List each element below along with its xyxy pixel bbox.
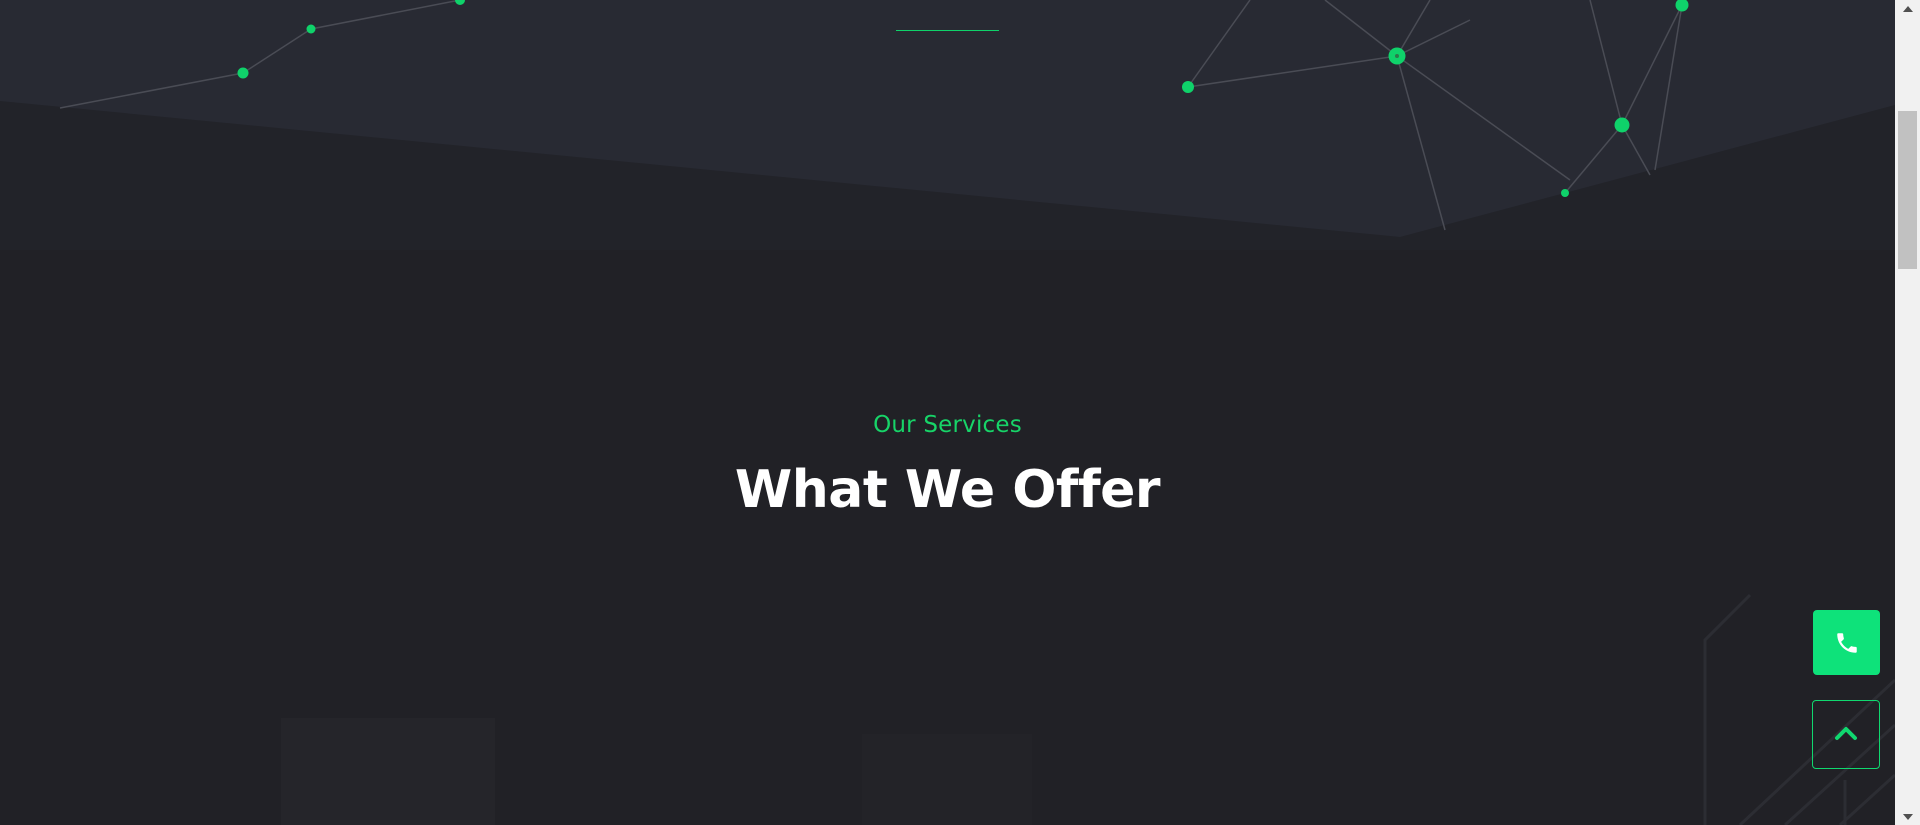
page: Our Services What We Offer xyxy=(0,0,1920,825)
call-button[interactable] xyxy=(1813,610,1880,675)
hero-underline xyxy=(896,30,999,31)
section-title: What We Offer xyxy=(734,460,1161,520)
scroll-up-arrow-icon[interactable] xyxy=(1895,0,1920,17)
service-card-placeholder xyxy=(281,718,495,825)
back-to-top-button[interactable] xyxy=(1812,700,1880,769)
page-scrollbar[interactable] xyxy=(1895,0,1920,825)
section-subtitle: Our Services xyxy=(873,412,1022,438)
chevron-up-icon xyxy=(1833,724,1859,746)
hero-bottom-band xyxy=(0,0,1895,250)
scrollbar-thumb[interactable] xyxy=(1898,111,1917,269)
scroll-down-arrow-icon[interactable] xyxy=(1895,808,1920,825)
phone-icon xyxy=(1834,630,1860,656)
service-card-placeholder xyxy=(862,734,1032,825)
